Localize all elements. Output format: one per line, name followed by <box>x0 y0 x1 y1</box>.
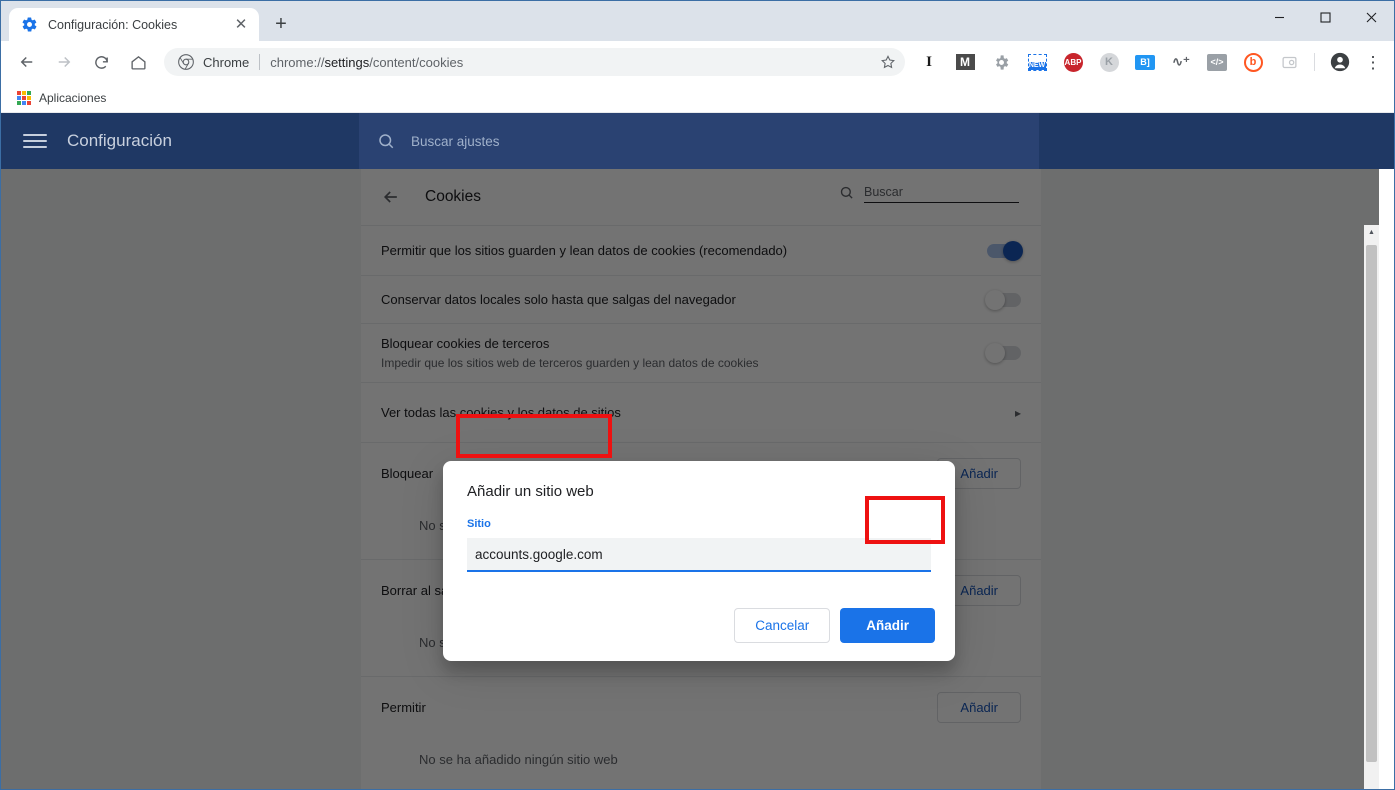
url-prefix: chrome:// <box>270 54 325 70</box>
title-bar: Configuración: Cookies ✕ + <box>1 1 1394 41</box>
home-button[interactable] <box>122 46 154 78</box>
dialog-title: Añadir un sitio web <box>467 483 594 500</box>
browser-window: Configuración: Cookies ✕ + Chrome chrome… <box>0 0 1395 790</box>
close-button[interactable] <box>1348 1 1394 33</box>
maximize-button[interactable] <box>1302 1 1348 33</box>
browser-toolbar: Chrome chrome://settings/content/cookies… <box>1 41 1394 83</box>
omnibox-scheme-label: Chrome <box>203 54 250 70</box>
extensions-area: I M NEW ABP K B] ∿⁺ </> b <box>911 48 1307 76</box>
settings-search-box[interactable]: Buscar ajustes <box>359 113 1039 169</box>
settings-top-bar: Configuración Buscar ajustes <box>1 113 1394 169</box>
wave-icon[interactable]: ∿⁺ <box>1167 48 1195 76</box>
chrome-menu-button[interactable]: ⋮ <box>1358 46 1388 78</box>
new-tab-button[interactable]: + <box>267 10 295 38</box>
instapaper-icon[interactable]: I <box>915 48 943 76</box>
settings-title: Configuración <box>67 131 172 150</box>
minimize-button[interactable] <box>1256 1 1302 33</box>
code-icon[interactable]: </> <box>1203 48 1231 76</box>
settings-search-placeholder: Buscar ajustes <box>411 133 500 149</box>
dialog-actions: Cancelar Añadir <box>734 608 935 643</box>
address-bar[interactable]: Chrome chrome://settings/content/cookies <box>164 48 905 76</box>
bitly-icon[interactable]: B] <box>1131 48 1159 76</box>
bookmark-apps-label: Aplicaciones <box>39 90 107 105</box>
site-field-label: Sitio <box>467 518 491 530</box>
scroll-up-arrow-icon[interactable]: ▲ <box>1364 225 1379 240</box>
add-site-dialog: Añadir un sitio web Sitio accounts.googl… <box>443 461 955 661</box>
scrollbar-thumb[interactable] <box>1366 245 1377 762</box>
tab-title: Configuración: Cookies <box>48 17 178 32</box>
mailtrack-icon[interactable]: M <box>951 48 979 76</box>
reload-button[interactable] <box>85 46 117 78</box>
search-icon <box>377 132 395 150</box>
url-suffix: /content/cookies <box>369 54 464 70</box>
apps-grid-icon <box>17 90 31 105</box>
page-scrollbar[interactable]: ▲ ▼ <box>1364 225 1379 789</box>
gear-favicon-icon <box>21 16 38 33</box>
profile-avatar[interactable] <box>1324 46 1356 78</box>
tab-close-icon[interactable]: ✕ <box>231 15 251 35</box>
cancel-button[interactable]: Cancelar <box>734 608 831 643</box>
forward-button[interactable] <box>48 46 80 78</box>
back-button[interactable] <box>11 46 43 78</box>
new-badge-icon[interactable]: NEW <box>1023 48 1051 76</box>
toolbar-divider <box>1314 53 1315 71</box>
url-bold: settings <box>324 54 370 70</box>
hunter-icon[interactable]: b <box>1239 48 1267 76</box>
window-controls <box>1256 1 1394 33</box>
chrome-logo-icon <box>178 54 194 70</box>
settings-page: Configuración Buscar ajustes Cookies <box>1 113 1394 789</box>
scrollbar-track[interactable] <box>1364 240 1379 789</box>
hamburger-icon[interactable] <box>23 129 47 153</box>
browser-tab[interactable]: Configuración: Cookies ✕ <box>9 8 259 41</box>
omnibox-separator <box>259 54 261 70</box>
omnibox-url: chrome://settings/content/cookies <box>270 55 463 70</box>
screenshot-icon[interactable] <box>1275 48 1303 76</box>
settings-body: Cookies Buscar Permitir que los sitios g… <box>1 169 1379 789</box>
bookmarks-bar: Aplicaciones <box>1 83 1394 113</box>
gear-extension-icon[interactable] <box>987 48 1015 76</box>
add-button[interactable]: Añadir <box>840 608 935 643</box>
site-input[interactable]: accounts.google.com <box>467 538 931 572</box>
adblockplus-icon[interactable]: ABP <box>1059 48 1087 76</box>
bookmark-star-icon[interactable] <box>871 45 905 79</box>
bookmark-apps[interactable]: Aplicaciones <box>9 87 114 109</box>
dialog-field: Sitio accounts.google.com <box>443 500 955 572</box>
kaspersky-icon[interactable]: K <box>1095 48 1123 76</box>
